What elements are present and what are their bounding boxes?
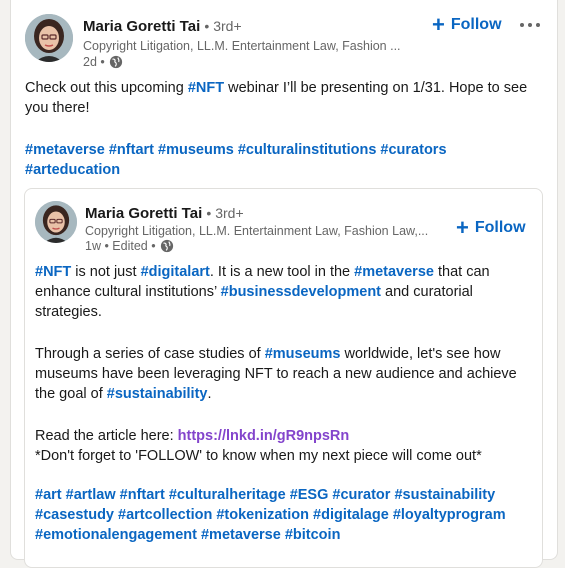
plus-icon: + bbox=[432, 12, 445, 37]
hashtag-link[interactable]: #artlaw bbox=[66, 487, 116, 503]
shared-follow-button[interactable]: + Follow bbox=[456, 215, 526, 240]
hashtag-link[interactable]: #businessdevelopment bbox=[221, 284, 381, 300]
hashtag-link[interactable]: #emotionalengagement bbox=[35, 527, 197, 543]
hashtag-link[interactable]: #culturalinstitutions bbox=[238, 142, 377, 158]
hashtag-link[interactable]: #bitcoin bbox=[285, 527, 341, 543]
shared-connection-degree: • 3rd+ bbox=[206, 205, 244, 221]
author-headline: Copyright Litigation, LL.M. Entertainmen… bbox=[83, 39, 401, 53]
follow-reminder: *Don't forget to 'FOLLOW' to know when m… bbox=[35, 448, 482, 464]
post-hashtags: #metaverse #nftart #museums #culturalins… bbox=[25, 140, 545, 180]
hashtag-link[interactable]: #tokenization bbox=[216, 507, 309, 523]
follow-label: Follow bbox=[450, 16, 502, 33]
shared-post-time: 1w • Edited • bbox=[85, 239, 156, 253]
post-body: Check out this upcoming #NFT webinar I’l… bbox=[25, 80, 528, 116]
shared-hashtags: #art #artlaw #nftart #culturalheritage #… bbox=[35, 485, 535, 545]
hashtag-link[interactable]: #museums bbox=[265, 346, 341, 362]
author-name[interactable]: Maria Goretti Tai bbox=[83, 18, 200, 35]
globe-icon bbox=[160, 239, 174, 253]
hashtag-link[interactable]: #curators bbox=[380, 142, 446, 158]
shared-author-avatar[interactable] bbox=[35, 201, 77, 243]
hashtag-link[interactable]: #ESG bbox=[290, 487, 329, 503]
hashtag-link[interactable]: #digitalart bbox=[141, 264, 210, 280]
hashtag-link[interactable]: #sustainability bbox=[107, 386, 208, 402]
post-timestamp: 2d • bbox=[83, 54, 123, 70]
shared-author-name[interactable]: Maria Goretti Tai bbox=[85, 205, 202, 222]
hashtag-link[interactable]: #artcollection bbox=[118, 507, 212, 523]
hashtag-link[interactable]: #loyaltyprogram bbox=[393, 507, 506, 523]
hashtag-link[interactable]: #art bbox=[35, 487, 62, 503]
reshared-post[interactable]: Maria Goretti Tai • 3rd+ Copyright Litig… bbox=[24, 188, 543, 568]
hashtag-link[interactable]: #curator bbox=[332, 487, 390, 503]
feed-post-card: Maria Goretti Tai • 3rd+ Copyright Litig… bbox=[10, 0, 558, 568]
author-name-line[interactable]: Maria Goretti Tai • 3rd+ bbox=[83, 16, 242, 37]
shared-follow-label: Follow bbox=[474, 219, 526, 236]
hashtag-link[interactable]: #museums bbox=[158, 142, 234, 158]
hashtag-link[interactable]: #NFT bbox=[188, 80, 224, 96]
hashtag-link[interactable]: #NFT bbox=[35, 264, 71, 280]
connection-degree: • 3rd+ bbox=[204, 18, 242, 34]
plus-icon: + bbox=[456, 215, 469, 240]
hashtag-link[interactable]: #metaverse bbox=[201, 527, 281, 543]
shared-author-headline: Copyright Litigation, LL.M. Entertainmen… bbox=[85, 224, 429, 238]
hashtag-link[interactable]: #metaverse bbox=[354, 264, 434, 280]
hashtag-link[interactable]: #nftart bbox=[109, 142, 154, 158]
hashtag-link[interactable]: #nftart bbox=[120, 487, 165, 503]
hashtag-link[interactable]: #digitalage bbox=[313, 507, 389, 523]
article-link[interactable]: https://lnkd.in/gR9npsRn bbox=[178, 428, 350, 444]
shared-post-timestamp: 1w • Edited • bbox=[85, 238, 174, 254]
post-time: 2d • bbox=[83, 55, 105, 69]
more-options-icon[interactable] bbox=[516, 18, 544, 32]
shared-paragraph-3: Read the article here: https://lnkd.in/g… bbox=[35, 426, 535, 466]
shared-paragraph-2: Through a series of case studies of #mus… bbox=[35, 346, 517, 402]
shared-paragraph-1: #NFT is not just #digitalart. It is a ne… bbox=[35, 264, 490, 320]
follow-button[interactable]: + Follow bbox=[432, 12, 502, 37]
hashtag-link[interactable]: #casestudy bbox=[35, 507, 114, 523]
shared-author-name-line[interactable]: Maria Goretti Tai • 3rd+ bbox=[85, 203, 244, 224]
globe-icon bbox=[109, 55, 123, 69]
hashtag-link[interactable]: #sustainability bbox=[394, 487, 495, 503]
author-avatar[interactable] bbox=[25, 14, 73, 62]
hashtag-link[interactable]: #culturalheritage bbox=[169, 487, 286, 503]
hashtag-link[interactable]: #metaverse bbox=[25, 142, 105, 158]
hashtag-link[interactable]: #arteducation bbox=[25, 162, 120, 178]
